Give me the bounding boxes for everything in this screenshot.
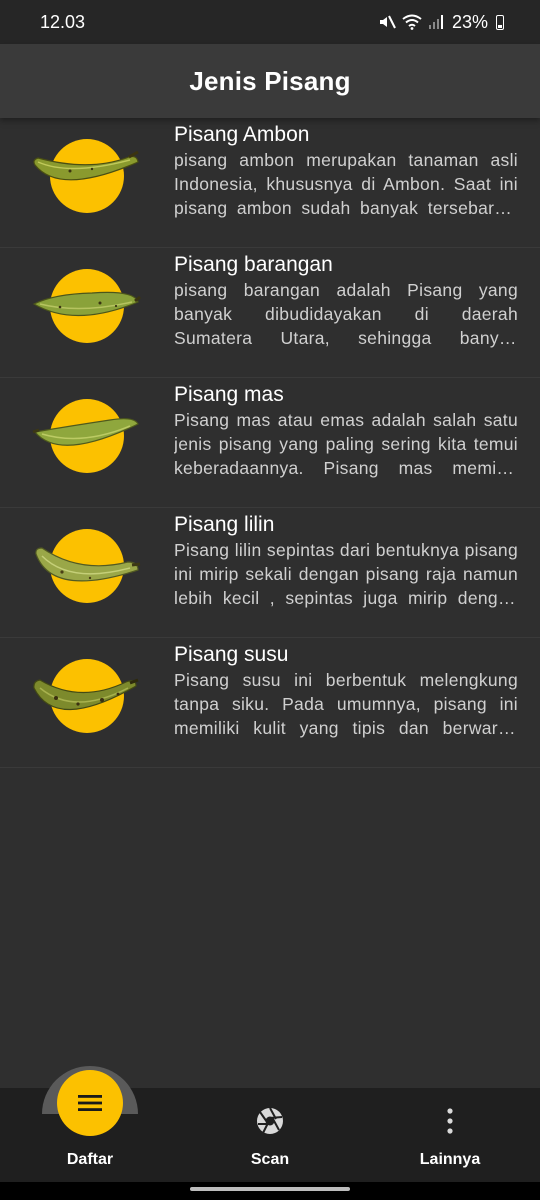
battery-percentage: 23% xyxy=(451,11,488,32)
nav-label-daftar: Daftar xyxy=(66,1151,114,1168)
list-item[interactable]: Pisang barangan pisang barangan adalah P… xyxy=(0,248,540,378)
menu-icon xyxy=(78,1095,102,1111)
status-time: 12.03 xyxy=(40,11,86,32)
banana-susu-image xyxy=(30,658,142,738)
item-description: Pisang lilin sepintas dari bentuknya pis… xyxy=(174,540,518,608)
item-description: Pisang mas atau emas adalah salah satu j… xyxy=(174,410,518,478)
item-description: pisang ambon merupakan tanaman asli Indo… xyxy=(174,150,518,218)
page-title: Jenis Pisang xyxy=(189,65,351,96)
nav-label-scan: Scan xyxy=(250,1151,290,1168)
list-item-text: Pisang barangan pisang barangan adalah P… xyxy=(174,252,518,350)
item-title: Pisang Ambon xyxy=(174,123,310,146)
home-gesture-handle[interactable] xyxy=(190,1187,350,1191)
nav-item-scan[interactable]: Scan xyxy=(180,1088,360,1182)
list-item-text: Pisang mas Pisang mas atau emas adalah s… xyxy=(174,382,518,480)
nav-item-daftar[interactable]: Daftar xyxy=(0,1066,180,1182)
banana-ambon-image xyxy=(30,138,142,218)
list-item-text: Pisang susu Pisang susu ini berbentuk me… xyxy=(174,642,518,740)
signal-icon xyxy=(428,15,443,29)
nav-item-lainnya[interactable]: Lainnya xyxy=(360,1088,540,1182)
item-description: Pisang susu ini berbentuk melengkung tan… xyxy=(174,670,518,738)
item-title: Pisang lilin xyxy=(174,513,275,536)
menu-fab-button[interactable] xyxy=(57,1070,123,1136)
banana-lilin-image xyxy=(30,528,142,608)
list-item[interactable]: Pisang lilin Pisang lilin sepintas dari … xyxy=(0,508,540,638)
item-title: Pisang susu xyxy=(174,643,289,666)
app-bar: Jenis Pisang xyxy=(0,44,540,118)
camera-shutter-icon xyxy=(257,1107,283,1134)
item-description: pisang barangan adalah Pisang yang banya… xyxy=(174,280,518,348)
banana-mas-image xyxy=(30,398,142,478)
list-item-text: Pisang Ambon pisang ambon merupakan tana… xyxy=(174,122,518,220)
nav-label-lainnya: Lainnya xyxy=(419,1151,481,1168)
list-item-text: Pisang lilin Pisang lilin sepintas dari … xyxy=(174,512,518,610)
item-title: Pisang mas xyxy=(174,383,284,406)
wifi-icon xyxy=(402,14,422,30)
list-item[interactable]: Pisang susu Pisang susu ini berbentuk me… xyxy=(0,638,540,768)
mute-icon xyxy=(379,15,396,29)
more-vertical-icon xyxy=(447,1108,453,1134)
bottom-navigation: Daftar Scan Lainnya xyxy=(0,1066,540,1182)
item-title: Pisang barangan xyxy=(174,253,333,276)
list-item[interactable]: Pisang Ambon pisang ambon merupakan tana… xyxy=(0,118,540,248)
battery-icon xyxy=(496,14,504,30)
banana-list: Pisang Ambon pisang ambon merupakan tana… xyxy=(0,118,540,768)
list-item[interactable]: Pisang mas Pisang mas atau emas adalah s… xyxy=(0,378,540,508)
system-gesture-bar xyxy=(0,1182,540,1200)
status-indicators: 23% xyxy=(378,12,504,33)
banana-barangan-image xyxy=(30,268,142,348)
status-bar: 12.03 23% xyxy=(0,0,540,44)
